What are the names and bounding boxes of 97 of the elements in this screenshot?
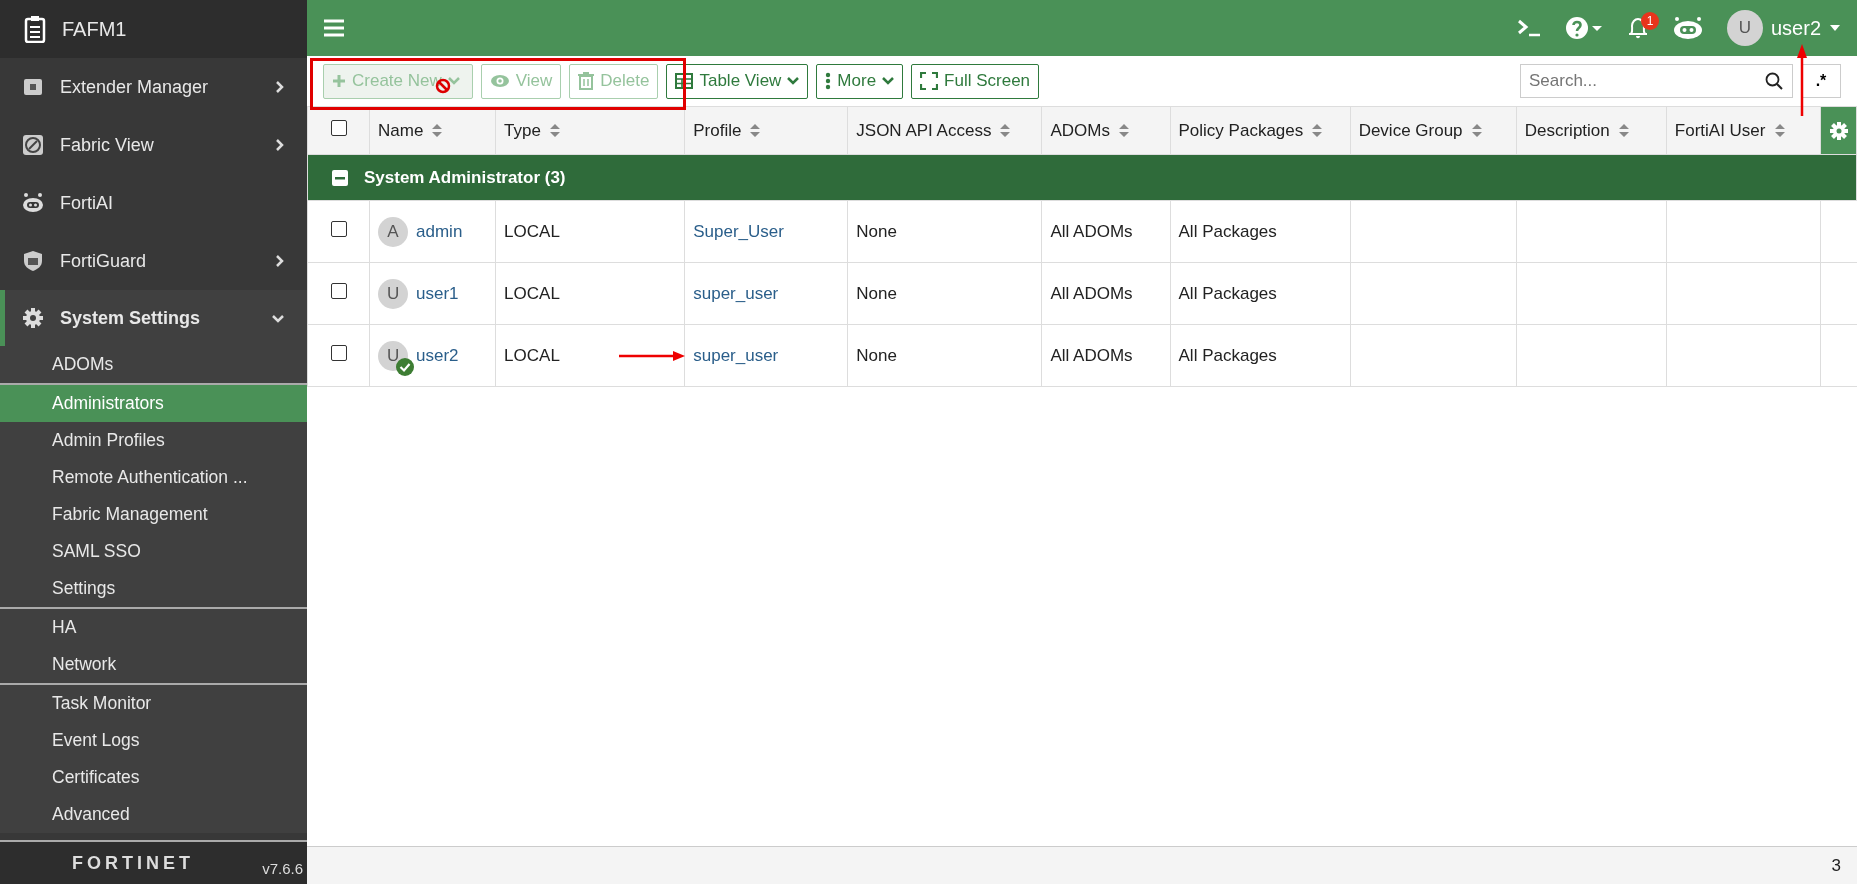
column-header[interactable]: Name — [378, 117, 424, 144]
sort-icon[interactable] — [1311, 123, 1324, 138]
sidebar-item[interactable]: Fabric Management — [0, 496, 307, 533]
toolbar-button[interactable]: Table View — [666, 63, 809, 99]
sidebar-item[interactable]: Fabric View — [0, 116, 307, 174]
collapse-icon[interactable] — [332, 169, 348, 186]
chevron-down-icon — [447, 76, 460, 86]
chevron-right-icon — [274, 80, 285, 94]
table-cell: All Packages — [1178, 221, 1277, 241]
user-link[interactable]: user2 — [416, 342, 459, 369]
sidebar-item[interactable]: Network — [0, 646, 307, 683]
app-title: FAFM1 — [62, 17, 127, 42]
select-all-checkbox[interactable] — [330, 119, 347, 136]
eye-icon — [489, 74, 510, 88]
sidebar-item[interactable]: Advanced — [0, 796, 307, 833]
table-cell: All ADOMs — [1050, 345, 1133, 365]
sort-icon[interactable] — [1617, 123, 1630, 138]
fullscreen-icon — [920, 72, 939, 90]
sidebar-item[interactable]: Administrators — [0, 385, 307, 422]
shield-icon — [22, 250, 44, 272]
toolbar-button[interactable]: More — [816, 63, 904, 99]
table-cell: None — [856, 221, 897, 241]
sidebar-item[interactable]: Task Monitor — [0, 685, 307, 722]
table-cell: LOCAL — [504, 345, 560, 365]
sort-icon[interactable] — [1470, 123, 1483, 138]
gear-icon — [22, 307, 44, 329]
chevron-down-icon — [271, 312, 285, 324]
sidebar-item[interactable]: System Settings — [0, 290, 307, 346]
profile-link[interactable]: super_user — [693, 345, 779, 365]
fabric-icon — [22, 134, 44, 156]
record-count: 3 — [1831, 854, 1841, 877]
user-menu[interactable]: U user2 — [1726, 10, 1841, 46]
sort-icon[interactable] — [431, 123, 444, 138]
row-checkbox[interactable] — [330, 282, 347, 299]
annotation-arrow — [1796, 44, 1808, 116]
terminal-icon[interactable] — [1516, 19, 1541, 37]
more-icon — [825, 72, 832, 90]
sidebar-item[interactable]: Settings — [0, 570, 307, 607]
avatar: A — [378, 216, 409, 247]
sort-icon[interactable] — [1117, 123, 1130, 138]
menu-icon[interactable] — [323, 18, 345, 38]
sidebar-item[interactable]: Remote Authentication ... — [0, 459, 307, 496]
search-field[interactable]: Search... — [1520, 64, 1793, 98]
sidebar-item[interactable]: HA — [0, 609, 307, 646]
avatar: U — [378, 278, 409, 309]
column-header[interactable]: Profile — [693, 117, 742, 144]
clipboard-icon — [24, 15, 46, 43]
chevron-right-icon — [274, 254, 285, 268]
user-link[interactable]: user1 — [416, 280, 459, 307]
table-cell: All Packages — [1178, 345, 1277, 365]
bell-icon[interactable] — [1626, 16, 1649, 40]
robot-icon — [22, 192, 44, 214]
user-link[interactable]: admin — [416, 218, 463, 245]
sidebar-item[interactable]: Extender Manager — [0, 58, 307, 116]
sidebar-item[interactable]: ADOMs — [0, 346, 307, 383]
annotation-arrow — [619, 350, 685, 362]
column-header[interactable]: Type — [504, 117, 541, 144]
group-label: System Administrator (3) — [364, 166, 566, 189]
search-icon[interactable] — [1765, 72, 1783, 90]
table-cell: All ADOMs — [1050, 283, 1133, 303]
row-checkbox[interactable] — [330, 344, 347, 361]
sort-icon[interactable] — [749, 123, 762, 138]
chevron-down-icon — [787, 76, 800, 86]
table-cell: LOCAL — [504, 283, 560, 303]
brand-logo: FORTINET — [72, 851, 194, 875]
toolbar-button[interactable]: Full Screen — [911, 63, 1040, 99]
table-cell: All ADOMs — [1050, 221, 1133, 241]
device-icon — [22, 76, 44, 98]
chevron-right-icon — [274, 138, 285, 152]
profile-link[interactable]: super_user — [693, 283, 779, 303]
robot-icon[interactable] — [1672, 16, 1703, 40]
sidebar-item[interactable]: Admin Profiles — [0, 422, 307, 459]
table-cell: LOCAL — [504, 221, 560, 241]
sort-icon[interactable] — [999, 123, 1012, 138]
table-cell: All Packages — [1178, 283, 1277, 303]
sort-icon[interactable] — [548, 123, 561, 138]
sidebar-item[interactable]: Certificates — [0, 759, 307, 796]
chevron-down-icon — [882, 76, 895, 86]
table-cell: None — [856, 283, 897, 303]
plus-icon — [332, 74, 346, 88]
table-icon — [675, 73, 694, 89]
sidebar-item[interactable]: Event Logs — [0, 722, 307, 759]
notification-badge: 1 — [1640, 12, 1659, 30]
regex-button[interactable]: .* — [1801, 64, 1841, 98]
trash-icon — [578, 72, 595, 90]
caret-down-icon — [1829, 24, 1841, 32]
avatar: U — [1726, 10, 1763, 46]
row-checkbox[interactable] — [330, 220, 347, 237]
sidebar-item[interactable]: FortiGuard — [0, 232, 307, 290]
settings-icon[interactable] — [1828, 121, 1849, 142]
profile-link[interactable]: Super_User — [693, 221, 784, 241]
sidebar-item[interactable]: FortiAI — [0, 174, 307, 232]
help-icon[interactable] — [1564, 16, 1603, 40]
table-cell: None — [856, 345, 897, 365]
sidebar-item[interactable]: SAML SSO — [0, 533, 307, 570]
version-label: v7.6.6 — [262, 858, 303, 879]
sort-icon[interactable] — [1773, 123, 1786, 138]
